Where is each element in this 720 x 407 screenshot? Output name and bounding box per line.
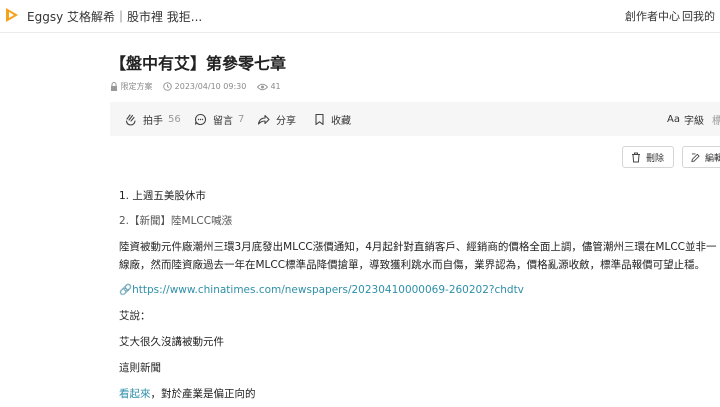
comment-line-2: 這則新聞: [119, 362, 161, 374]
edit-pencil-icon: [691, 152, 700, 162]
creator-center-link[interactable]: 創作者中心: [625, 8, 680, 24]
eye-icon: [256, 83, 269, 90]
comment-count: 7: [238, 113, 245, 125]
list-item-2: 2.【新聞】陸MLCC喊漲: [119, 215, 233, 227]
comment-line-3-rest: ，對於產業是偏正向的: [150, 388, 256, 400]
bookmark-label: 收藏: [331, 115, 351, 127]
comment-bubble-icon: [194, 113, 207, 125]
clap-label: 拍手: [143, 115, 163, 127]
comment-line-3: 看起來，對於產業是偏正向的: [119, 385, 256, 403]
link-icon: 🔗: [119, 284, 133, 296]
article-action-bar: 拍手 56 留言 7 分享 收藏 Aa 字級 標準: [110, 102, 720, 136]
ai-says-label: 艾說：: [119, 310, 151, 322]
back-to-my-link[interactable]: 回我的: [682, 8, 715, 24]
share-button[interactable]: 分享: [257, 102, 296, 136]
clock-icon: [163, 82, 172, 91]
font-size-icon: Aa: [667, 113, 680, 125]
news-url: https://www.chinatimes.com/newspapers/20…: [132, 284, 524, 296]
comment-label: 留言: [213, 115, 233, 127]
font-size-button[interactable]: Aa 字級 標準: [667, 102, 720, 136]
bookmark-button[interactable]: 收藏: [314, 102, 351, 136]
share-arrow-icon: [257, 114, 270, 125]
comment-line-1: 艾大很久沒講被動元件: [119, 336, 224, 348]
comment-button[interactable]: 留言 7: [194, 102, 244, 136]
clap-button[interactable]: 拍手 56: [124, 102, 181, 136]
clap-count: 56: [168, 113, 181, 125]
inline-link[interactable]: 看起來: [119, 388, 151, 400]
access-badge: 限定方案: [110, 81, 153, 92]
trash-icon: [632, 152, 640, 162]
article-meta: 限定方案 2023/04/10 09:30 41: [110, 81, 281, 93]
delete-label: 刪除: [646, 153, 665, 164]
site-logo-icon[interactable]: [4, 6, 20, 24]
font-size-label: 字級: [683, 115, 704, 127]
bookmark-icon: [315, 113, 324, 125]
clap-hand-icon: [125, 113, 136, 126]
date-text: 2023/04/10 09:30: [174, 82, 247, 91]
views-text: 41: [270, 82, 281, 91]
top-navigation-bar: Eggsy 艾格解希｜股市裡 我拒... 創作者中心 回我的: [0, 0, 720, 33]
edit-label: 編輯: [704, 153, 720, 164]
site-title[interactable]: Eggsy 艾格解希｜股市裡 我拒...: [27, 8, 202, 25]
news-paragraph: 陸資被動元件廠潮州三環3月底發出MLCC漲價通知，4月起針對直銷客戶、經銷商的價…: [119, 241, 717, 271]
publish-date: 2023/04/10 09:30: [163, 82, 246, 91]
news-link[interactable]: 🔗https://www.chinatimes.com/newspapers/2…: [119, 281, 524, 299]
lock-icon: [111, 82, 117, 91]
edit-button[interactable]: 編輯: [682, 146, 720, 168]
article-title: 【盤中有艾】第參零七章: [110, 54, 287, 73]
delete-button[interactable]: 刪除: [622, 146, 674, 168]
view-count: 41: [256, 82, 281, 91]
list-item-1: 1. 上週五美股休市: [119, 190, 206, 202]
access-label: 限定方案: [120, 82, 153, 91]
font-size-value: 標準: [711, 115, 720, 127]
share-label: 分享: [276, 115, 296, 127]
